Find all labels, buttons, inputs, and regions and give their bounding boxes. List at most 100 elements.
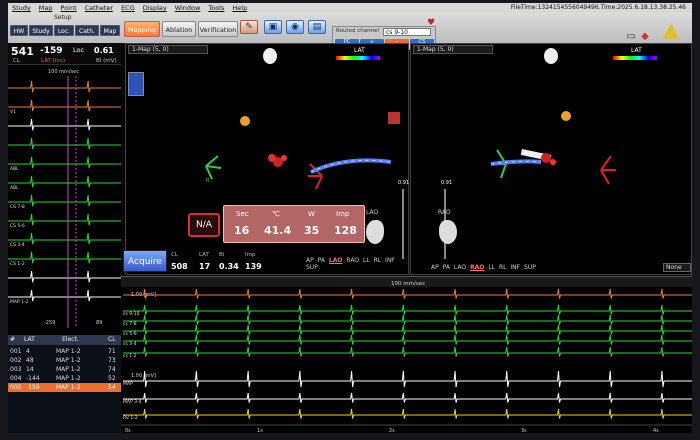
acquire-button[interactable]: Acquire [123,250,167,272]
cell-id: 005 [10,384,22,391]
ecg-trace [123,288,692,299]
acq-imp-label: Imp [245,252,256,258]
menu-ecg[interactable]: ECG [117,4,139,12]
ecg-strip: 100 mm/sec1.00 [mV]1.00 [mV]cs 9-10cs 7-… [121,276,692,433]
menu-tools[interactable]: Tools [204,4,228,12]
menu-map[interactable]: Map [35,4,57,12]
menu-window[interactable]: Window [171,4,205,12]
menu-catheter[interactable]: Catheter [81,4,117,12]
ecg-channel-label: cs 1-2 [123,353,137,359]
temp-label: ℃ [272,210,280,218]
view-ll-button[interactable]: LL [488,264,495,271]
heart-orientation-icon-right [439,220,457,244]
setup-map-button[interactable]: Map [100,25,120,36]
eraser-icon[interactable]: ◆ [638,31,652,43]
view-sup-button[interactable]: SUP [306,264,318,271]
left-channel-label: CS 3-4 [10,242,25,248]
warning-triangle-icon[interactable]: ▲ [656,17,686,41]
ecg-channel-label: cs 5-6 [123,331,137,337]
ablation-button[interactable]: Ablation [162,21,196,37]
view-pa-button[interactable]: PA [443,264,450,271]
left-channel-label: CS 7-8 [10,204,25,210]
setup-hw-button[interactable]: HW [10,25,28,36]
setup-cath-button[interactable]: Cath. [75,25,99,36]
view-rl-button[interactable]: RL [374,257,382,264]
ecg-trace [123,314,692,325]
cell-id: 003 [10,366,22,373]
view-lao-button[interactable]: LAO [454,264,466,271]
col-lat: LAT [18,335,48,345]
lao-orientation-label: LAO [366,209,379,216]
view-sup-button[interactable]: SUP [524,264,536,271]
table-row[interactable]: 002 48 MAP 1-2 73 [8,356,121,365]
cell-id: 004 [10,375,22,382]
map-panel-right[interactable]: 1-Map (5, 0) LAT 0.91 RAO AP PA LAO RAO … [410,43,692,275]
table-row[interactable]: 003 14 MAP 1-2 74 [8,365,121,374]
cell-cl: 73 [108,357,116,364]
printer-icon[interactable]: ▭ [624,31,638,43]
cell-elect: MAP 1-2 [56,384,81,391]
heart-icon[interactable]: ♥ [424,17,438,29]
mapping-button[interactable]: Mapping [124,21,160,37]
overlay-select[interactable]: None [663,263,691,272]
left-signal-panel: 541 CL -159 LAT (ms) Loc 0.61 BI (mV) 10… [8,43,121,433]
left-trace [8,213,121,226]
left-scale-label: -259 [44,320,55,326]
setup-study-button[interactable]: Study [29,25,53,36]
view-buttons-right: AP PA LAO RAO LL RL INF SUP [431,264,536,271]
left-trace [8,118,121,131]
view-inf-button[interactable]: INF [510,264,520,271]
menu-study[interactable]: Study [8,4,35,12]
cell-cl: 74 [108,366,116,373]
col-hash: # [8,335,18,345]
monitor-icon[interactable]: ▣ [264,20,282,34]
view-rl-button[interactable]: RL [499,264,507,271]
cell-id: 001 [10,348,22,355]
screen: Study Map Point Catheter ECG Display Win… [8,3,692,433]
time-tick-label: 3s [521,428,527,433]
view-rao-button[interactable]: RAO [346,257,359,264]
cell-elect: MAP 1-2 [56,348,81,355]
view-rao-button[interactable]: RAO [470,264,484,271]
view-pa-button[interactable]: PA [318,257,325,264]
left-ecg-traces: 100 mm/sec V1 ABL ABL CS 7-8 CS 5-6 CS 3-4 CS 1… [8,69,121,328]
left-speed-label: 100 mm/sec [48,69,79,75]
view-ap-button[interactable]: AP [431,264,439,271]
setup-loc-button[interactable]: Loc. [54,25,74,36]
loc-label: Loc [73,46,85,54]
view-inf-button[interactable]: INF [385,257,395,264]
table-row[interactable]: 005 -159 MAP 1-2 54 [8,383,121,392]
left-trace [8,175,121,188]
menu-bar: Study Map Point Catheter ECG Display Win… [8,3,692,13]
menu-display[interactable]: Display [139,4,171,12]
ecg-trace [123,392,692,403]
table-row[interactable]: 004 -144 MAP 1-2 52 [8,374,121,383]
view-lao-button[interactable]: LAO [329,257,343,264]
verification-button[interactable]: Verification [198,21,238,37]
sec-label: Sec [236,210,249,218]
file-time: FileTime:1324154556049496.Time:2025.6.18… [510,4,686,11]
cl-value: 541 [11,45,34,58]
catheter-icon[interactable]: ✎ [240,20,258,34]
acq-bi-label: Bi [219,252,225,258]
ecg-channel-label: MAP 3-4 [123,399,142,405]
menu-help[interactable]: Help [228,4,251,12]
view-ap-button[interactable]: AP [306,257,314,264]
ecg-channel-label: cs 9-10 [123,311,140,317]
routed-channel-select[interactable]: cs 9-10 [383,28,431,36]
view-ll-button[interactable]: LL [363,257,370,264]
table-row[interactable]: 001 4 MAP 1-2 71 [8,347,121,356]
opacity-slider-left[interactable] [402,189,404,259]
window-icon[interactable]: ▤ [308,20,326,34]
lat-label: LAT (ms) [41,58,66,64]
bi-label: BI (mV) [96,58,117,64]
slider-value-right: 0.91 [441,180,453,186]
cell-cl: 71 [108,348,116,355]
menu-point[interactable]: Point [57,4,81,12]
ecg-trace [123,370,692,388]
col-elect: Elect. [48,335,106,345]
heart-orientation-icon-left [366,220,384,244]
camera-icon[interactable]: ◉ [286,20,304,34]
ecg-speed-label: 100 mm/sec [391,281,425,287]
acq-lat-label: LAT [199,252,209,258]
